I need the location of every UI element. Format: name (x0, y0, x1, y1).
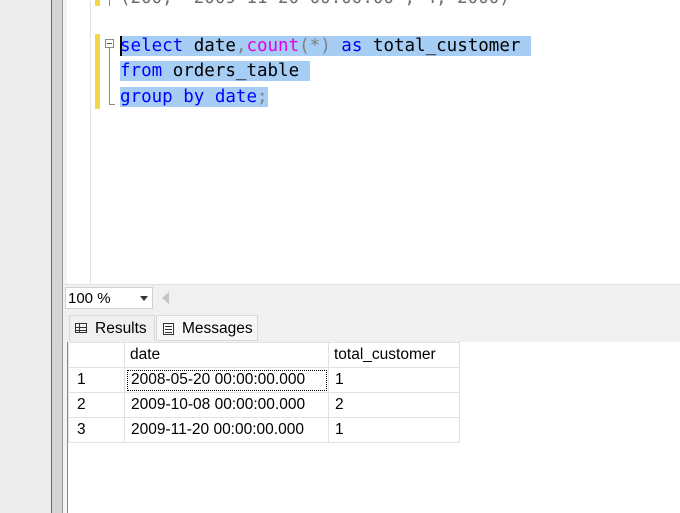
table-row: 2 2009-10-08 00:00:00.000 2 (68, 392, 460, 418)
keyword: as (341, 36, 363, 56)
zoom-dropdown[interactable]: 100 % (65, 287, 153, 309)
tab-results[interactable]: Results (69, 315, 155, 341)
change-indicator (95, 34, 100, 109)
header-row: date total_customer (68, 342, 460, 368)
tab-messages-label: Messages (182, 320, 253, 337)
grid-cell-date[interactable]: 2008-05-20 00:00:00.000 (124, 367, 329, 393)
operator: , (235, 36, 247, 56)
table-row: 3 2009-11-20 00:00:00.000 1 (68, 417, 460, 443)
function-name: count (246, 36, 300, 56)
outline-line (109, 0, 110, 6)
column-name: date (183, 36, 236, 56)
zoom-bar: 100 % (63, 284, 680, 311)
code-line-select[interactable]: select date,count(*) as total_customer (120, 34, 531, 58)
column-header-date[interactable]: date (124, 342, 329, 368)
splitter[interactable] (52, 0, 62, 513)
tab-results-label: Results (95, 320, 147, 337)
keyword: group (120, 87, 173, 107)
messages-icon (163, 323, 174, 335)
editor-margin-line (90, 0, 91, 284)
collapse-icon[interactable] (105, 39, 114, 48)
change-indicator (95, 0, 100, 6)
code-line-previous: (200, '2009-11-20 00:00:00', 4, 2000) (120, 0, 510, 10)
grid-cell-total-customer[interactable]: 1 (328, 367, 460, 393)
results-table: date total_customer 1 2008-05-20 00:00:0… (68, 342, 460, 443)
results-tab-strip: Results Messages (63, 311, 680, 342)
outline-line (109, 48, 110, 104)
column-header-total-customer[interactable]: total_customer (328, 342, 460, 368)
code-line-from[interactable]: from orders_table (120, 59, 310, 83)
scroll-left-arrow-icon[interactable] (162, 292, 169, 304)
results-grid[interactable]: date total_customer 1 2008-05-20 00:00:0… (67, 342, 680, 513)
left-panel-edge (0, 0, 51, 513)
row-number[interactable]: 3 (68, 417, 125, 443)
grid-cell-date[interactable]: 2009-11-20 00:00:00.000 (124, 417, 329, 443)
grid-cell-total-customer[interactable]: 1 (328, 417, 460, 443)
operator: (*) (299, 36, 331, 56)
dropdown-arrow-icon[interactable] (140, 296, 148, 301)
row-header-corner[interactable] (68, 342, 125, 368)
keyword: from (120, 61, 163, 81)
grid-icon (75, 323, 87, 333)
operator: ; (257, 87, 268, 107)
keyword: select (120, 36, 184, 56)
code-line-group-by[interactable]: group by date; (120, 85, 268, 109)
column-name: date (204, 87, 257, 107)
alias-name: total_customer (362, 36, 531, 56)
grid-cell-date[interactable]: 2009-10-08 00:00:00.000 (124, 392, 329, 418)
tab-messages[interactable]: Messages (156, 315, 258, 341)
row-number[interactable]: 1 (68, 367, 125, 393)
zoom-value: 100 % (68, 290, 111, 307)
grid-cell-total-customer[interactable]: 2 (328, 392, 460, 418)
keyword: by (183, 87, 205, 107)
row-number[interactable]: 2 (68, 392, 125, 418)
outline-end (109, 104, 115, 105)
table-row: 1 2008-05-20 00:00:00.000 1 (68, 367, 460, 393)
table-name: orders_table (162, 61, 310, 81)
text-caret (120, 36, 122, 56)
